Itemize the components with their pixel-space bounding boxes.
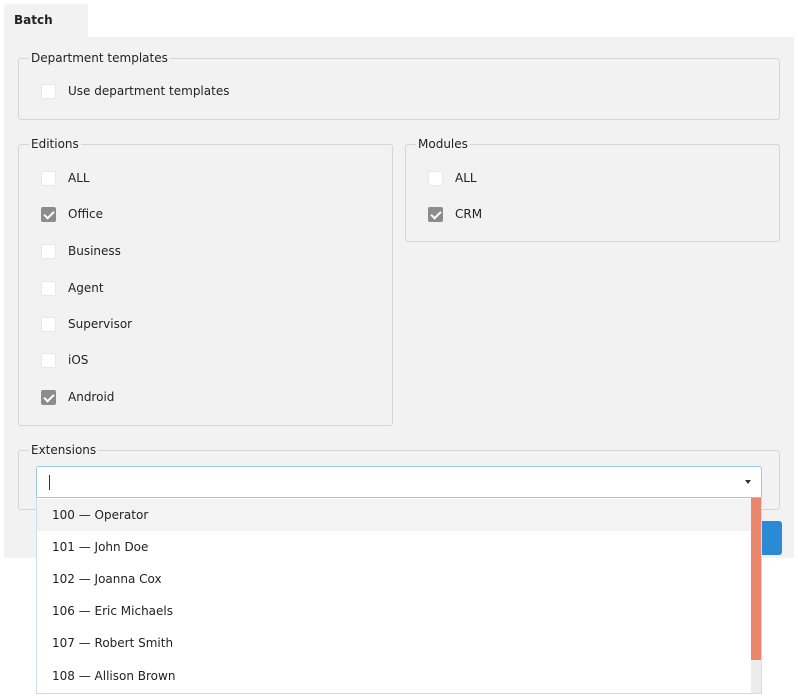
extensions-dropdown-list: 100 — Operator 101 — John Doe 102 — Joan… (36, 498, 762, 694)
caret-down-icon[interactable] (745, 480, 751, 484)
modules-group: Modules ALL CRM (405, 137, 780, 242)
extension-option[interactable]: 106 — Eric Michaels (37, 595, 751, 627)
checkbox-label: ALL (68, 171, 90, 185)
text-cursor (49, 475, 50, 490)
checkbox-label: Use department templates (68, 84, 230, 98)
checkbox-label: ALL (455, 171, 477, 185)
editions-group: Editions ALL Office Business Agent Super… (18, 137, 393, 426)
checkbox-box[interactable] (428, 170, 443, 186)
use-department-templates-checkbox[interactable]: Use department templates (41, 83, 229, 99)
extension-option[interactable]: 108 — Allison Brown (37, 660, 751, 692)
extension-option[interactable]: 100 — Operator (37, 499, 751, 531)
extensions-legend: Extensions (29, 443, 99, 458)
edition-office-checkbox[interactable]: Office (41, 206, 103, 222)
dropdown-scrollbar[interactable] (751, 498, 761, 693)
checkbox-label: Business (68, 244, 121, 258)
edition-android-checkbox[interactable]: Android (41, 389, 114, 405)
editions-legend: Editions (29, 137, 81, 152)
extension-option[interactable]: 102 — Joanna Cox (37, 563, 751, 595)
checkbox-label: Office (68, 207, 104, 221)
checkbox-box[interactable] (41, 170, 56, 186)
checkbox-label: Agent (68, 281, 104, 295)
checkbox-box[interactable] (41, 206, 56, 222)
checkbox-box[interactable] (428, 206, 443, 222)
edition-business-checkbox[interactable]: Business (41, 243, 121, 259)
extensions-search-input[interactable] (36, 466, 762, 498)
edition-agent-checkbox[interactable]: Agent (41, 280, 104, 296)
checkbox-label: Android (68, 390, 115, 404)
tab-batch-mode[interactable]: Batch Mode (4, 4, 88, 60)
checkbox-box[interactable] (41, 352, 56, 368)
extension-option[interactable]: 101 — John Doe (37, 531, 751, 563)
module-crm-checkbox[interactable]: CRM (428, 206, 482, 222)
edition-ios-checkbox[interactable]: iOS (41, 352, 88, 368)
checkbox-box[interactable] (41, 389, 56, 405)
apply-button[interactable] (762, 521, 782, 555)
checkbox-label: iOS (68, 353, 89, 367)
department-templates-legend: Department templates (29, 51, 170, 66)
checkbox-box[interactable] (41, 83, 56, 99)
checkbox-label: Supervisor (68, 317, 133, 331)
checkbox-box[interactable] (41, 316, 56, 332)
checkbox-box[interactable] (41, 280, 56, 296)
checkbox-box[interactable] (41, 243, 56, 259)
scrollbar-thumb[interactable] (751, 498, 761, 660)
checkbox-label: CRM (455, 207, 483, 221)
edition-all-checkbox[interactable]: ALL (41, 170, 90, 186)
module-all-checkbox[interactable]: ALL (428, 170, 477, 186)
edition-supervisor-checkbox[interactable]: Supervisor (41, 316, 132, 332)
department-templates-group: Department templates Use department temp… (18, 51, 780, 120)
extension-option[interactable]: 107 — Robert Smith (37, 627, 751, 659)
modules-legend: Modules (416, 137, 470, 152)
